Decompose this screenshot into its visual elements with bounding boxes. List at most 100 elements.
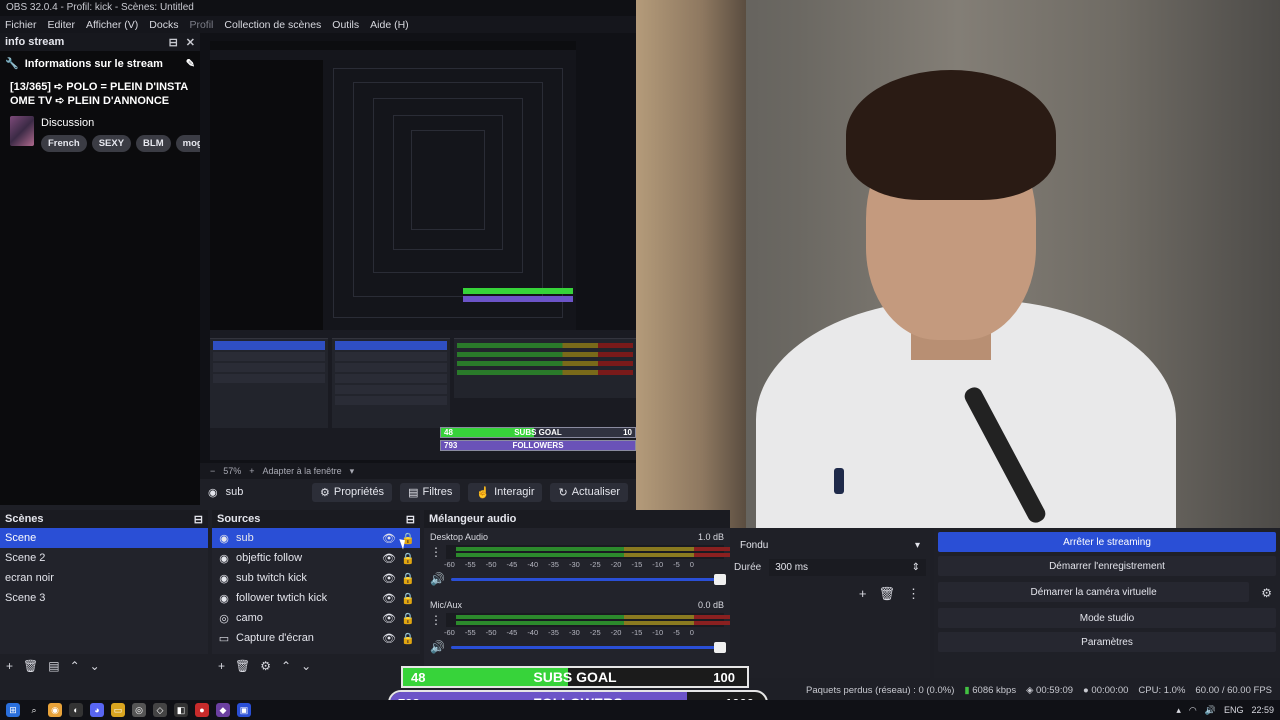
source-item[interactable]: ◎ camo 👁 🔒 (212, 608, 420, 628)
gear-icon[interactable]: ⚙ (1253, 586, 1280, 600)
filters-button[interactable]: ▤ Filtres (400, 482, 461, 502)
chrome-icon[interactable]: ◉ (48, 703, 62, 717)
virtual-camera-button[interactable]: Démarrer la caméra virtuelle (938, 582, 1250, 602)
volume-slider-knob[interactable] (714, 573, 726, 585)
add-icon[interactable]: + (859, 586, 867, 602)
capcut-icon[interactable]: ◧ (174, 703, 188, 717)
eye-icon[interactable]: 👁 (382, 532, 396, 545)
clock[interactable]: 22:59 (1251, 705, 1274, 715)
menu-outils[interactable]: Outils (332, 19, 359, 31)
volume-meter (446, 613, 736, 627)
source-item[interactable]: ▭ Capture d'écran 👁 🔒 (212, 628, 420, 648)
app-icon[interactable]: ◇ (153, 703, 167, 717)
transition-select[interactable]: Fondu ▾ (734, 535, 926, 555)
volume-slider[interactable] (450, 573, 726, 585)
wrench-icon: 🔧 (5, 58, 19, 70)
duration-input[interactable]: 300 ms ⇕ (769, 559, 926, 576)
fit-window-label[interactable]: Adapter à la fenêtre (263, 466, 342, 476)
properties-label: Propriétés (333, 486, 385, 498)
menu-collection[interactable]: Collection de scènes (224, 19, 321, 31)
eye-icon[interactable]: 👁 (382, 572, 396, 585)
globe-icon: ◉ (219, 572, 229, 585)
kebab-menu-icon[interactable]: ⋮ (907, 586, 920, 602)
move-down-icon[interactable]: ⌄ (90, 659, 100, 673)
lock-icon[interactable]: 🔒 (401, 612, 415, 625)
stop-streaming-button[interactable]: Arrêter le streaming (938, 532, 1276, 552)
menu-fichier[interactable]: Fichier (5, 19, 37, 31)
discord-icon[interactable]: ◕ (90, 703, 104, 717)
speaker-icon[interactable]: 🔊 (430, 640, 445, 654)
lock-icon[interactable]: 🔒 (401, 552, 415, 565)
menu-bar: Fichier Editer Afficher (V) Docks Profil… (0, 16, 636, 33)
move-up-icon[interactable]: ⌃ (70, 659, 80, 673)
wifi-icon[interactable]: ◠ (1189, 705, 1197, 716)
lock-icon[interactable]: 🔒 (401, 572, 415, 585)
cpu-usage: CPU: 1.0% (1138, 684, 1186, 696)
kebab-menu-icon[interactable]: ⋮ (430, 545, 442, 559)
steam-icon[interactable]: ◐ (69, 703, 83, 717)
zoom-out-icon[interactable]: − (210, 466, 215, 476)
folder-icon[interactable]: ▭ (111, 703, 125, 717)
studio-mode-button[interactable]: Mode studio (938, 608, 1276, 628)
eye-icon[interactable]: 👁 (382, 552, 396, 565)
tray-icon[interactable]: ▴ (1176, 705, 1181, 716)
tag-sexy: SEXY (91, 135, 132, 152)
volume-slider-knob[interactable] (714, 641, 726, 653)
chevron-down-icon[interactable]: ▾ (350, 466, 355, 477)
scene-item[interactable]: Scene 2 (0, 548, 208, 568)
move-down-icon[interactable]: ⌄ (301, 659, 311, 673)
close-icon[interactable]: ✕ (186, 36, 195, 49)
dock-float-icon[interactable]: ⊟ (406, 513, 415, 526)
trash-icon[interactable]: 🗑 (23, 659, 38, 673)
add-icon[interactable]: + (218, 659, 225, 673)
source-item[interactable]: ◉ sub twitch kick 👁 🔒 (212, 568, 420, 588)
eye-icon[interactable]: 👁 (382, 612, 396, 625)
obs-icon[interactable]: ◎ (132, 703, 146, 717)
menu-afficher[interactable]: Afficher (V) (86, 19, 138, 31)
volume-slider[interactable] (450, 641, 726, 653)
lock-icon[interactable]: 🔒 (401, 632, 415, 645)
app-blue-icon[interactable]: ▣ (237, 703, 251, 717)
menu-aide[interactable]: Aide (H) (370, 19, 409, 31)
interact-button[interactable]: ☝ Interagir (468, 482, 543, 502)
filter-icon[interactable]: ▤ (48, 659, 59, 673)
undock-icon[interactable]: ⊟ (169, 36, 178, 49)
preview-canvas[interactable]: 48 SUBS GOAL 10 793 FOLLOWERS (200, 33, 636, 479)
eye-icon[interactable]: 👁 (382, 632, 396, 645)
trash-icon[interactable]: 🗑 (235, 659, 250, 673)
nested-followers-goal: 793 FOLLOWERS (440, 440, 636, 451)
dock-float-icon[interactable]: ⊟ (194, 513, 203, 526)
eye-icon[interactable]: 👁 (382, 592, 396, 605)
volume-icon[interactable]: 🔊 (1205, 705, 1216, 716)
trash-icon[interactable]: 🗑 (878, 586, 895, 602)
app-red-icon[interactable]: ● (195, 703, 209, 717)
properties-button[interactable]: ⚙ Propriétés (312, 482, 393, 502)
zoom-in-icon[interactable]: + (249, 466, 254, 476)
gear-icon[interactable]: ⚙ (260, 659, 271, 673)
scene-item[interactable]: ecran noir (0, 568, 208, 588)
menu-profil[interactable]: Profil (189, 19, 213, 31)
windows-start-icon[interactable]: ⊞ (6, 703, 20, 717)
spinner-icon[interactable]: ⇕ (912, 562, 920, 573)
refresh-button[interactable]: ↻ Actualiser (550, 482, 628, 502)
language-indicator[interactable]: ENG (1224, 705, 1244, 715)
search-icon[interactable]: ⌕ (27, 703, 41, 717)
speaker-icon[interactable]: 🔊 (430, 572, 445, 586)
menu-docks[interactable]: Docks (149, 19, 178, 31)
kebab-menu-icon[interactable]: ⋮ (430, 613, 442, 627)
source-item[interactable]: ◉ follower twtich kick 👁 🔒 (212, 588, 420, 608)
app-purple-icon[interactable]: ◆ (216, 703, 230, 717)
scene-item[interactable]: Scene (0, 528, 208, 548)
add-icon[interactable]: + (6, 659, 13, 673)
source-item[interactable]: ◉ objeftic follow 👁 🔒 (212, 548, 420, 568)
lock-icon[interactable]: 🔒 (401, 592, 415, 605)
source-item[interactable]: ◉ sub 👁 🔒 (212, 528, 420, 548)
edit-pencil-icon[interactable]: ✎ (186, 57, 195, 70)
tag-blm: BLM (136, 135, 171, 152)
scale-tick: -20 (610, 560, 622, 569)
start-recording-button[interactable]: Démarrer l'enregistrement (938, 556, 1276, 576)
scene-item[interactable]: Scene 3 (0, 588, 208, 608)
menu-editer[interactable]: Editer (48, 19, 75, 31)
move-up-icon[interactable]: ⌃ (281, 659, 291, 673)
settings-button[interactable]: Paramètres (938, 632, 1276, 652)
